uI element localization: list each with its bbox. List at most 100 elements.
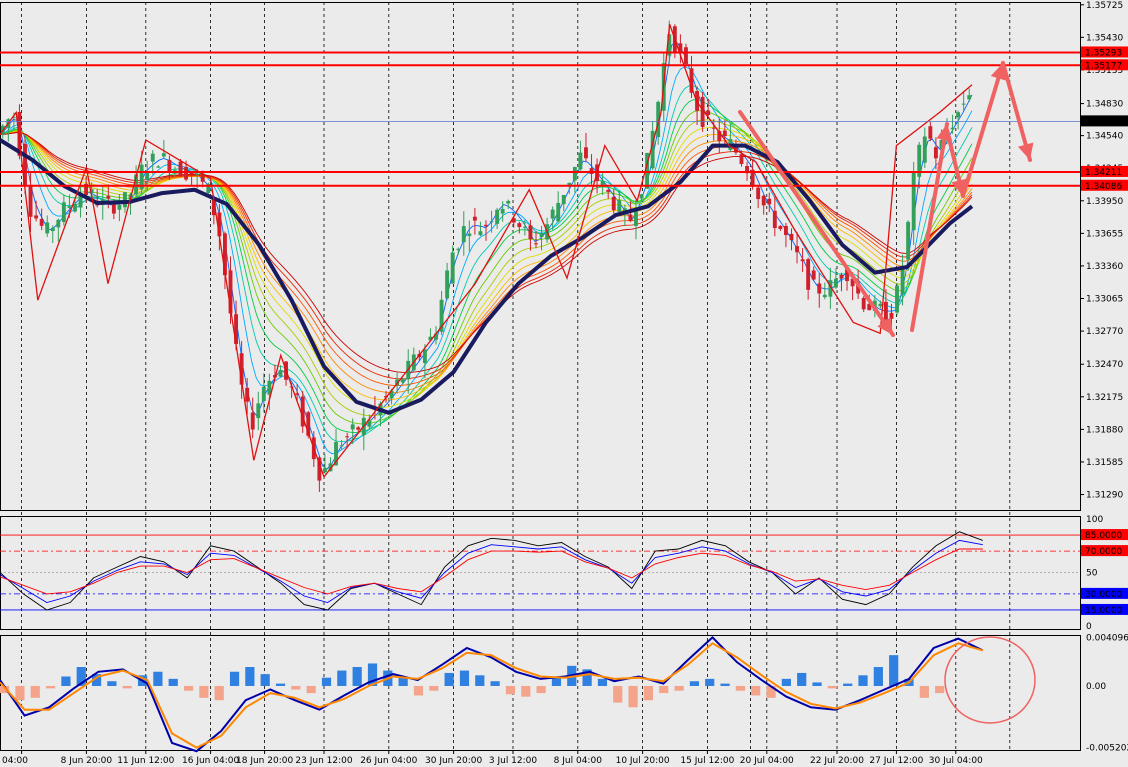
candle-body (45, 222, 50, 234)
time-axis-label: 23 Jun 12:00 (295, 756, 352, 766)
histogram-bar (613, 685, 623, 703)
candle-body (634, 211, 638, 226)
histogram-bar (674, 685, 684, 691)
candle-body (800, 259, 805, 262)
current-price-label: 1.34669 (1085, 117, 1122, 127)
histogram-bar (551, 677, 562, 686)
candle-body (811, 270, 816, 280)
candle-body (795, 246, 799, 253)
oscillator-1-axis-label: 0 (1086, 622, 1092, 632)
candle-body (256, 403, 261, 419)
histogram-bar (475, 675, 485, 686)
histogram-bar (521, 685, 531, 697)
candle-body (445, 270, 450, 299)
histogram-bar (858, 675, 868, 686)
histogram-bar (30, 685, 40, 698)
candle-body (184, 166, 189, 180)
histogram-bar (797, 672, 807, 686)
time-axis-label: 10 Jul 20:00 (616, 756, 670, 766)
candle-body (906, 221, 911, 260)
histogram-bar (751, 685, 761, 696)
time-axis-label: 20 Jul 04:00 (740, 756, 794, 766)
candle-body (861, 297, 866, 310)
candle-body (628, 214, 633, 221)
candle-body (933, 147, 938, 159)
candle-body (123, 192, 127, 208)
oscillator-1-level-label: 30.0000 (1085, 590, 1122, 600)
histogram-bar (628, 685, 638, 708)
histogram-bar (398, 677, 408, 686)
oscillator-1-level-label: 70.0000 (1085, 547, 1122, 557)
candle-body (450, 252, 455, 284)
histogram-bar (352, 667, 362, 686)
candle-body (611, 196, 616, 211)
candle-body (117, 204, 122, 210)
price-level-label: 1.34086 (1085, 182, 1122, 192)
candle-body (528, 225, 533, 240)
candle-body (922, 136, 927, 163)
price-axis-label: 1.31880 (1086, 425, 1123, 435)
candle-body (422, 349, 427, 364)
candle-body (50, 227, 55, 232)
candle-body (550, 209, 555, 219)
histogram-bar (168, 678, 178, 686)
candle-body (900, 267, 905, 294)
histogram-bar (505, 685, 516, 695)
candle-body (522, 226, 527, 228)
histogram-bar (153, 671, 163, 686)
price-axis-label: 1.35430 (1086, 33, 1123, 43)
candle-body (200, 174, 205, 182)
histogram-bar (889, 655, 899, 686)
candle-body (878, 303, 883, 307)
histogram-bar (720, 683, 730, 686)
candle-body (578, 152, 583, 170)
price-axis-label: 1.32770 (1086, 327, 1123, 337)
histogram-bar (597, 678, 608, 686)
candle-body (606, 189, 611, 192)
candle-body (572, 166, 577, 181)
candle-body (484, 224, 488, 227)
time-axis-label: 26 Jun 04:00 (360, 756, 417, 766)
price-axis-label: 1.31290 (1086, 491, 1123, 501)
candle-body (911, 171, 916, 231)
histogram-bar (429, 685, 439, 691)
candle-body (617, 200, 622, 212)
histogram-bar (321, 677, 332, 686)
histogram-bar (413, 685, 424, 696)
candle-body (150, 153, 155, 162)
candle-body (106, 195, 111, 199)
candle-body (111, 204, 116, 214)
candle-body (456, 248, 461, 250)
candle-body (28, 185, 33, 217)
time-axis-label: 8 Jun 20:00 (61, 756, 113, 766)
histogram-bar (245, 667, 255, 686)
oscillator-1-frame (0, 516, 1081, 630)
candle-body (756, 187, 761, 200)
time-axis-label: 22 Jul 20:00 (810, 756, 864, 766)
candle-body (478, 231, 483, 236)
oscillator-2-axis-label: 0.00 (1086, 682, 1106, 692)
oscillator-1-axis-label: 100 (1086, 515, 1103, 525)
histogram-bar (275, 683, 286, 686)
price-axis-label: 1.34540 (1086, 132, 1123, 142)
candle-body (789, 233, 794, 241)
candle-body (961, 103, 966, 105)
candle-body (495, 209, 500, 224)
candle-body (39, 218, 44, 226)
histogram-bar (229, 671, 240, 686)
candle-body (767, 198, 772, 205)
candle-body (345, 436, 350, 438)
histogram-bar (659, 685, 669, 694)
histogram-bar (214, 685, 224, 701)
oscillator-1-level-label: 85.0000 (1085, 531, 1122, 541)
candle-body (928, 126, 933, 139)
candle-body (739, 154, 744, 164)
candle-body (956, 112, 961, 118)
histogram-bar (15, 685, 25, 701)
chart-canvas[interactable]: 1.357251.354301.351351.348301.345401.342… (0, 0, 1128, 767)
time-axis-label: 18 Jun 20:00 (236, 756, 293, 766)
candle-body (250, 412, 255, 430)
candle-body (295, 393, 300, 395)
histogram-bar (337, 670, 347, 686)
candle-body (356, 427, 361, 430)
